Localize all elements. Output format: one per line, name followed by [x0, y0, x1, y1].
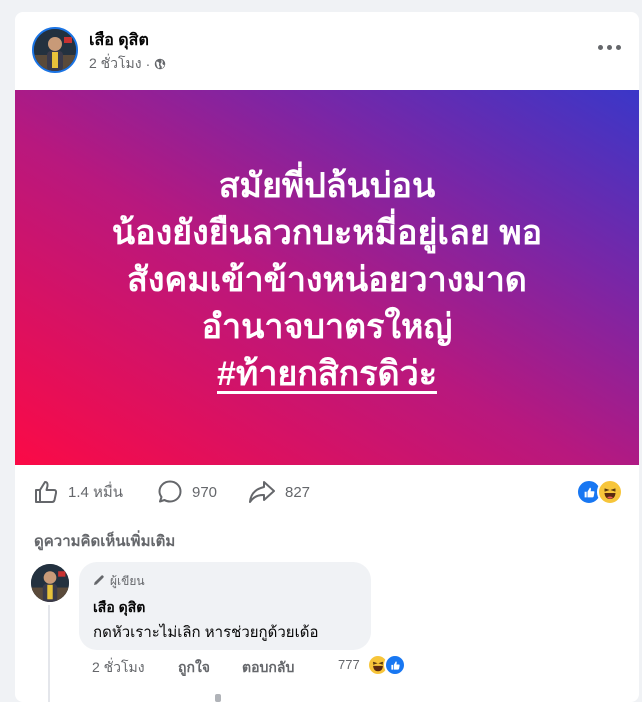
view-more-comments-link[interactable]: ดูความคิดเห็นเพิ่มเติม	[34, 529, 175, 553]
commenter-avatar[interactable]	[31, 564, 69, 602]
action-bar: 1.4 หมื่น 970 827	[15, 467, 639, 513]
next-comment-partial	[215, 694, 221, 702]
banner-line-1: สมัยพี่ปล้นบ่อน	[218, 167, 436, 205]
avatar-photo	[34, 29, 76, 71]
thumbs-up-icon	[33, 479, 59, 505]
comment-bubble: ผู้เขียน เสือ ดุสิต กดหัวเราะไม่เลิก หาร…	[79, 562, 371, 650]
share-icon	[248, 479, 276, 505]
reaction-summary[interactable]	[576, 479, 623, 505]
commenter-avatar-photo	[31, 564, 69, 602]
share-button[interactable]: 827	[248, 479, 310, 505]
comment-like-button[interactable]: ถูกใจ	[178, 657, 210, 679]
post-time[interactable]: 2 ชั่วโมง	[89, 53, 142, 75]
post-header: เสือ ดุสิต 2 ชั่วโมง ·	[15, 12, 639, 90]
comment-like-icon	[384, 654, 406, 676]
comment-button[interactable]: 970	[157, 479, 217, 505]
author-avatar[interactable]	[32, 27, 78, 73]
like-button[interactable]: 1.4 หมื่น	[33, 479, 123, 505]
post-card: เสือ ดุสิต 2 ชั่วโมง · สมัยพี่ปล้นบ่อน น…	[15, 12, 639, 702]
thread-line	[48, 605, 50, 702]
post-banner: สมัยพี่ปล้นบ่อน น้องยังยืนลวกบะหมี่อยู่เ…	[15, 90, 639, 465]
meta-separator: ·	[145, 56, 151, 72]
author-name[interactable]: เสือ ดุสิต	[89, 28, 149, 53]
banner-text: สมัยพี่ปล้นบ่อน น้องยังยืนลวกบะหมี่อยู่เ…	[112, 163, 542, 398]
pencil-icon	[93, 574, 105, 589]
comment-icon	[157, 479, 183, 505]
banner-line-2: น้องยังยืนลวกบะหมี่อยู่เลย พอ	[111, 214, 543, 252]
banner-line-4: อำนาจบาตรใหญ่	[201, 308, 453, 346]
globe-icon[interactable]	[154, 58, 166, 70]
comment-author[interactable]: เสือ ดุสิต	[93, 597, 145, 619]
more-options-icon[interactable]	[591, 32, 627, 62]
author-badge: ผู้เขียน	[93, 572, 145, 591]
like-count: 1.4 หมื่น	[68, 484, 124, 501]
post-meta: 2 ชั่วโมง ·	[89, 53, 166, 75]
share-count: 827	[285, 483, 311, 501]
comment-text: กดหัวเราะไม่เลิก หารช่วยกูด้วยเด้อ	[93, 624, 319, 641]
hashtag-link[interactable]: #ท้ายกสิกรดิว่ะ	[217, 355, 437, 393]
comment-reply-button[interactable]: ตอบกลับ	[242, 657, 294, 679]
comment-reactions[interactable]	[367, 654, 406, 676]
author-badge-label: ผู้เขียน	[110, 574, 145, 588]
comment-reaction-count[interactable]: 777	[338, 657, 360, 672]
comment-time[interactable]: 2 ชั่วโมง	[92, 657, 145, 679]
comment-count: 970	[192, 483, 218, 501]
banner-line-3: สังคมเข้าข้างหน่อยวางมาด	[127, 261, 527, 299]
haha-reaction-icon	[597, 479, 623, 505]
